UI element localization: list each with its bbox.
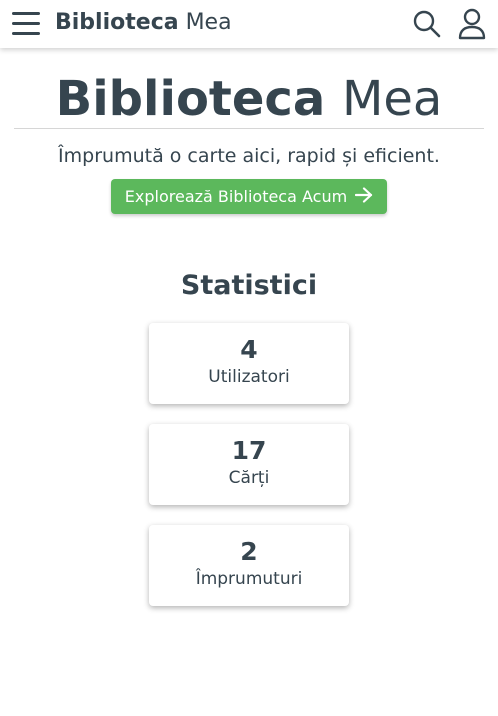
hero-title-light: Mea: [341, 71, 443, 127]
stat-label: Împrumuturi: [195, 569, 303, 589]
arrow-right-icon: [355, 186, 373, 207]
top-navbar: Biblioteca Mea: [0, 0, 498, 48]
stats-title: Statistici: [180, 270, 318, 301]
stat-card-loans: 2 Împrumuturi: [149, 525, 349, 606]
hero-title-bold: Biblioteca: [55, 71, 326, 127]
stat-card-books: 17 Cărți: [149, 424, 349, 505]
brand-light-text: Mea: [185, 10, 232, 35]
stat-label: Cărți: [228, 468, 270, 488]
hero-title: Biblioteca Mea: [0, 70, 498, 128]
stat-label: Utilizatori: [208, 367, 290, 387]
explore-library-button[interactable]: Explorează Biblioteca Acum: [111, 179, 387, 214]
hero-divider: [14, 128, 484, 129]
stat-card-users: 4 Utilizatori: [149, 323, 349, 404]
stat-value: 17: [231, 436, 267, 465]
search-icon[interactable]: [412, 9, 442, 39]
stat-value: 2: [240, 537, 258, 566]
user-icon[interactable]: [457, 7, 487, 41]
stat-value: 4: [240, 335, 258, 364]
brand-bold-text: Biblioteca: [55, 10, 179, 35]
navbar-brand[interactable]: Biblioteca Mea: [55, 9, 232, 37]
explore-library-label: Explorează Biblioteca Acum: [124, 187, 348, 206]
hero-subtitle: Împrumută o carte aici, rapid și eficien…: [58, 145, 440, 167]
hamburger-menu-icon[interactable]: [10, 12, 42, 36]
